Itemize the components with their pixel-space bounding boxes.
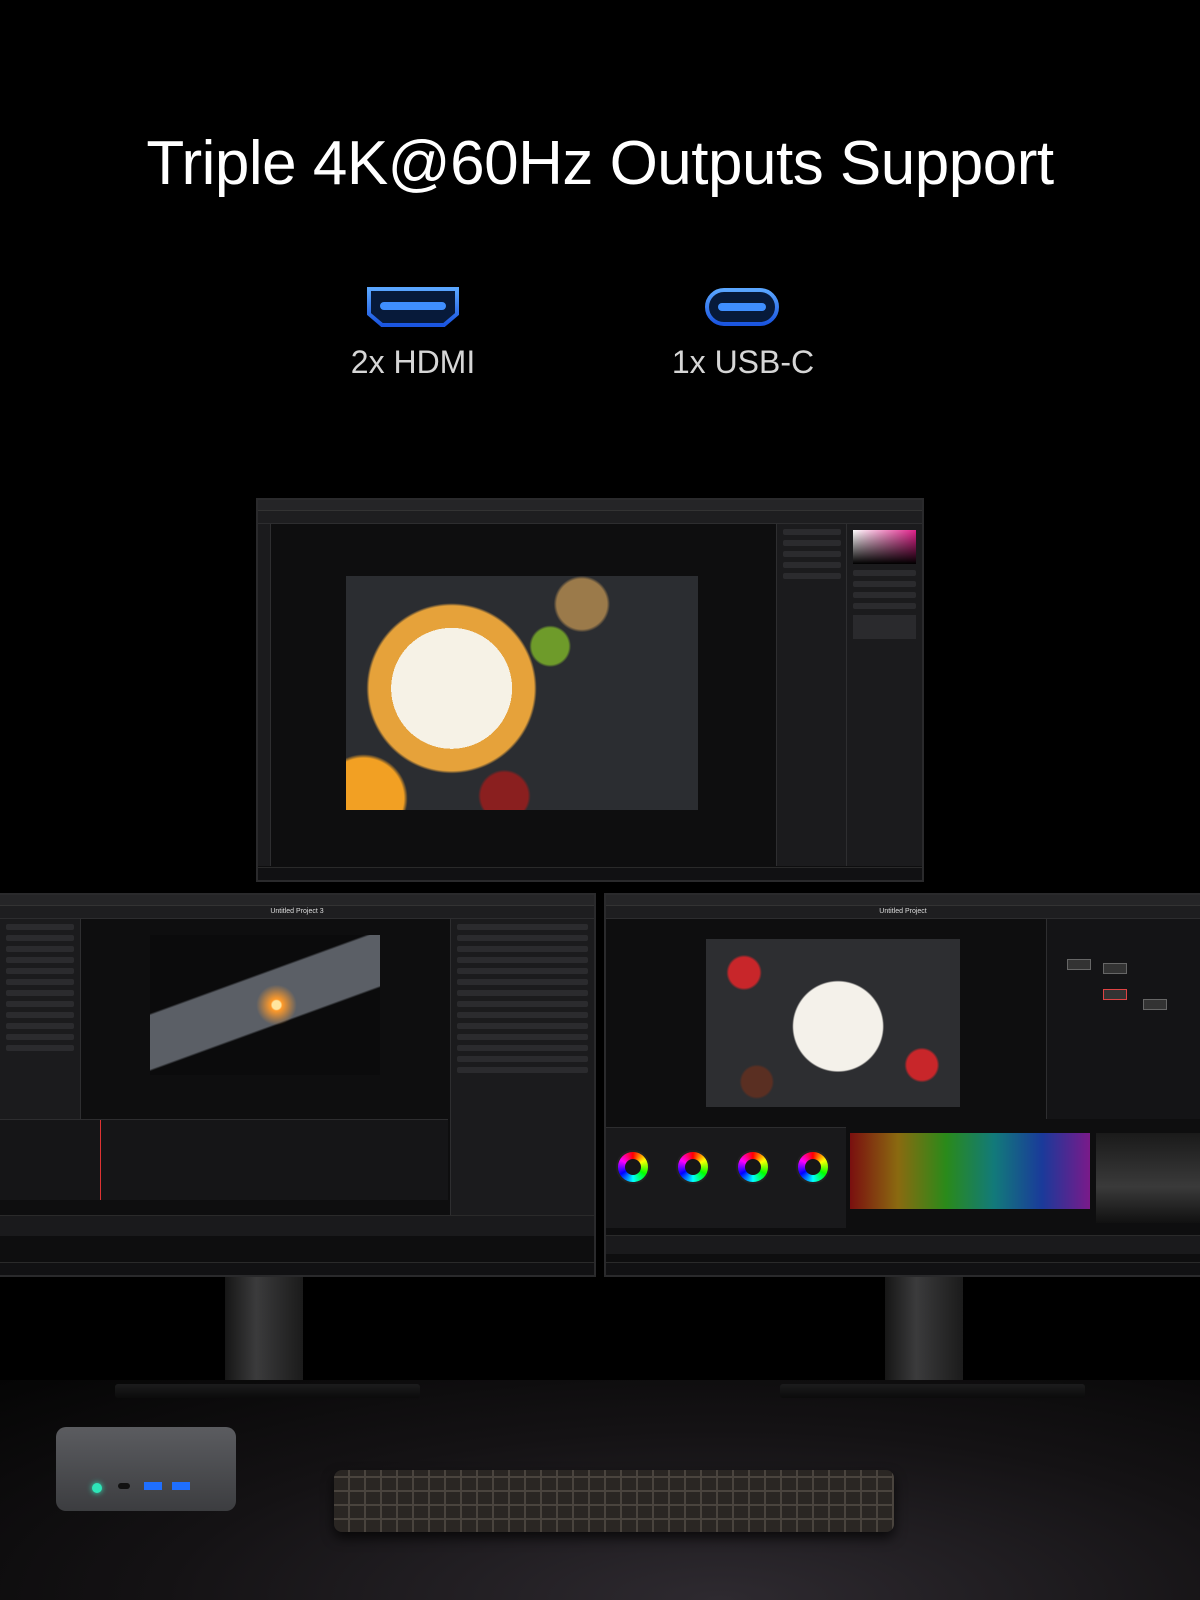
color-wheels-panel	[606, 1127, 846, 1228]
headline: Triple 4K@60Hz Outputs Support	[146, 129, 1054, 198]
project-title: Untitled Project 3	[270, 908, 324, 915]
title-bar: Untitled Project 3	[0, 906, 594, 919]
page-nav	[0, 1215, 594, 1236]
usb-c-label: 1x USB-C	[671, 344, 815, 380]
usb-c-port-icon	[704, 287, 780, 327]
hdmi-port-icon	[366, 286, 460, 328]
page-nav	[606, 1235, 1200, 1254]
gain-wheel[interactable]	[736, 1150, 770, 1184]
left-monitor-stand	[225, 1277, 303, 1387]
usb-a-port	[172, 1482, 190, 1490]
tools-panel	[258, 524, 271, 866]
node-editor	[1046, 919, 1200, 1119]
mini-pc	[56, 1427, 236, 1511]
menu-bar	[0, 895, 594, 906]
options-bar	[258, 511, 922, 524]
curves-panel	[850, 1133, 1090, 1209]
title-bar: Untitled Project	[606, 906, 1200, 919]
top-monitor	[256, 498, 924, 882]
hdmi-label: 2x HDMI	[350, 344, 476, 380]
library-panel	[0, 919, 81, 1119]
project-title: Untitled Project	[879, 908, 927, 915]
viewer	[706, 939, 960, 1107]
color-panel	[846, 524, 922, 866]
inspector-panel	[450, 919, 594, 1235]
keyboard	[334, 1470, 894, 1532]
taskbar	[606, 1262, 1200, 1275]
right-monitor-stand	[885, 1277, 963, 1387]
timeline	[0, 1119, 448, 1200]
power-button	[92, 1483, 102, 1493]
lift-wheel[interactable]	[616, 1150, 650, 1184]
scopes-panel	[1096, 1133, 1200, 1223]
right-stand-base	[780, 1384, 1085, 1398]
photo-canvas	[346, 576, 698, 810]
menu-bar	[258, 500, 922, 511]
left-monitor: Untitled Project 3	[0, 893, 596, 1277]
left-stand-base	[115, 1384, 420, 1398]
viewer	[150, 935, 380, 1075]
usb-a-port	[144, 1482, 162, 1490]
gamma-wheel[interactable]	[676, 1150, 710, 1184]
usb-c-port	[118, 1483, 130, 1489]
offset-wheel[interactable]	[796, 1150, 830, 1184]
properties-panel	[776, 524, 847, 866]
right-monitor: Untitled Project	[604, 893, 1200, 1277]
taskbar	[0, 1262, 594, 1275]
menu-bar	[606, 895, 1200, 906]
taskbar	[258, 867, 922, 880]
